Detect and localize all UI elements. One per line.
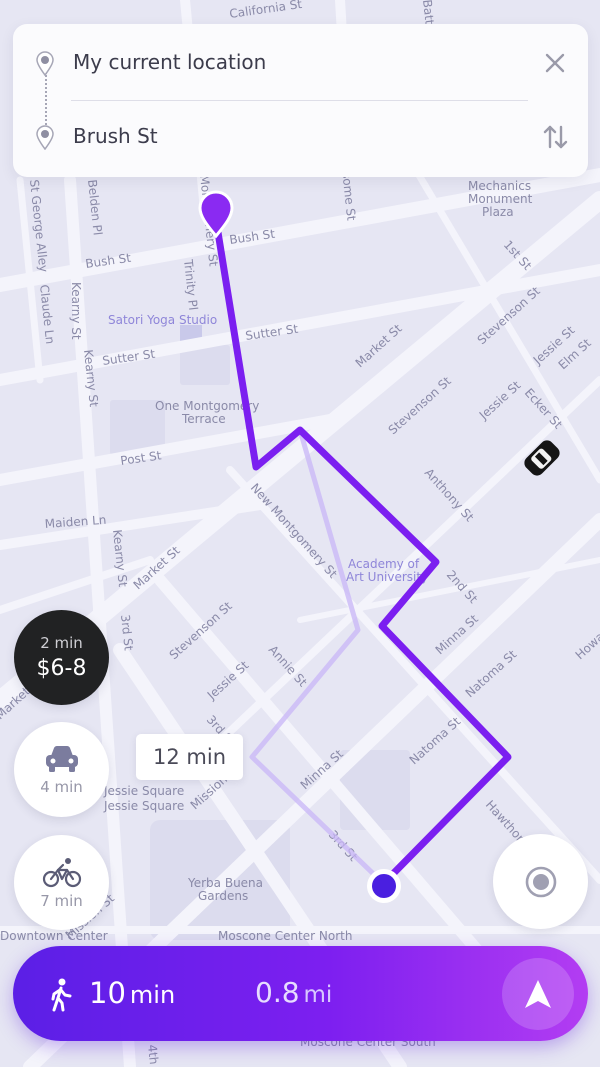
field-divider xyxy=(71,100,528,101)
svg-text:Academy of: Academy of xyxy=(348,557,420,571)
walk-duration: 10 min xyxy=(89,976,175,1010)
walk-time-unit: min xyxy=(129,981,176,1009)
ride-wait-time: 2 min xyxy=(40,634,83,652)
svg-text:Kearny St: Kearny St xyxy=(69,282,83,340)
svg-text:Moscone Center North: Moscone Center North xyxy=(218,929,352,943)
svg-text:4th St: 4th St xyxy=(145,1044,163,1067)
svg-text:Yerba Buena: Yerba Buena xyxy=(187,876,263,890)
svg-text:Jessie Square: Jessie Square xyxy=(103,784,184,798)
origin-text[interactable]: My current location xyxy=(73,50,266,74)
navigate-arrow-icon xyxy=(525,980,551,1008)
car-mode-button[interactable]: 4 min xyxy=(14,722,109,817)
swap-icon[interactable] xyxy=(540,122,570,152)
destination-field[interactable]: Brush St xyxy=(13,106,588,166)
svg-text:Downtown Center: Downtown Center xyxy=(0,929,108,943)
route-search-card: My current location Brush St xyxy=(13,24,588,177)
svg-text:Jessie Square: Jessie Square xyxy=(103,799,184,813)
svg-text:Mechanics: Mechanics xyxy=(468,179,531,193)
walk-icon xyxy=(51,978,72,1012)
svg-text:Satori Yoga Studio: Satori Yoga Studio xyxy=(108,313,217,327)
car-time: 4 min xyxy=(40,777,83,796)
bike-icon xyxy=(42,857,81,887)
close-icon[interactable] xyxy=(542,50,568,76)
svg-text:Plaza: Plaza xyxy=(482,205,514,219)
bike-mode-button[interactable]: 7 min xyxy=(14,835,109,930)
origin-dot-icon xyxy=(367,869,401,903)
origin-field[interactable]: My current location xyxy=(13,32,588,92)
bike-time: 7 min xyxy=(40,891,83,910)
distance-unit: mi xyxy=(303,982,333,1008)
car-icon xyxy=(45,745,78,772)
distance-value: 0.8 xyxy=(255,976,300,1009)
ride-fare-button[interactable]: 2 min $6-8 xyxy=(14,610,109,705)
route-time-badge[interactable]: 12 min xyxy=(136,734,243,780)
svg-text:Monument: Monument xyxy=(468,192,533,206)
walk-time-value: 10 xyxy=(89,976,126,1010)
route-summary-bar[interactable]: 10 min 0.8 mi xyxy=(13,946,588,1041)
ride-price: $6-8 xyxy=(36,656,87,681)
start-navigation-button[interactable] xyxy=(502,958,574,1030)
destination-field-pin-icon xyxy=(36,125,54,150)
locate-icon xyxy=(525,866,556,897)
destination-text[interactable]: Brush St xyxy=(73,124,158,148)
svg-text:Terrace: Terrace xyxy=(181,412,226,426)
route-distance: 0.8 mi xyxy=(255,976,332,1009)
my-location-button[interactable] xyxy=(493,834,588,929)
origin-pin-icon xyxy=(36,51,54,76)
svg-text:Gardens: Gardens xyxy=(198,889,248,903)
